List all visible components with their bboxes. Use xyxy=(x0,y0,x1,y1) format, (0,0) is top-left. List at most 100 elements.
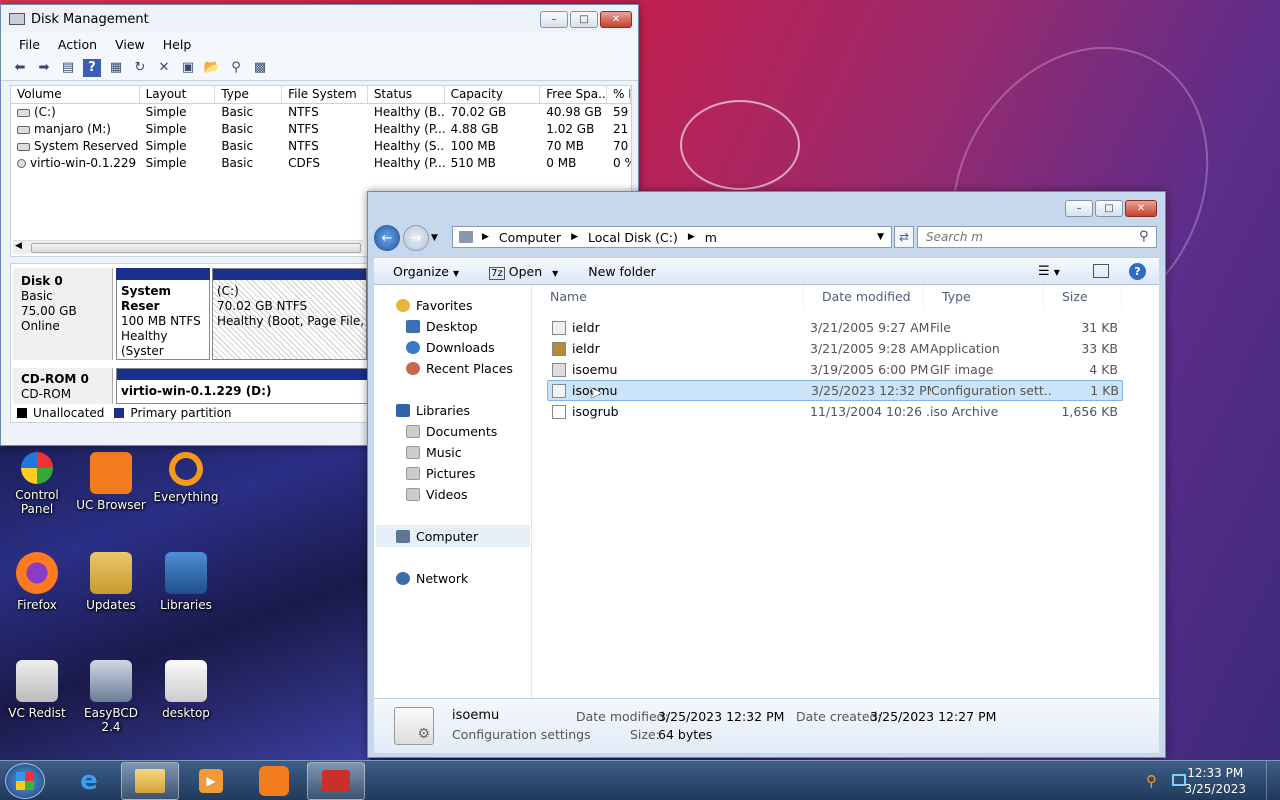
nav-documents[interactable]: Documents xyxy=(406,424,497,439)
column-volume[interactable]: Volume xyxy=(11,86,140,103)
nav-downloads[interactable]: Downloads xyxy=(406,340,495,355)
desktop-icon-uc-browser[interactable]: UC Browser xyxy=(75,452,147,512)
desktop-icon-updates[interactable]: Updates xyxy=(75,552,147,612)
column-size[interactable]: Size xyxy=(1044,285,1122,309)
nav-network[interactable]: Network xyxy=(396,571,468,586)
partition-virtio-cd[interactable]: virtio-win-0.1.229 (D:) xyxy=(116,368,368,404)
column-free-space[interactable]: Free Spa... xyxy=(540,86,608,103)
breadcrumb-m[interactable]: m xyxy=(700,230,722,245)
properties-icon[interactable]: ▦ xyxy=(107,59,125,77)
minimize-button[interactable]: – xyxy=(540,11,568,28)
refresh-button[interactable]: ⇄ xyxy=(894,226,914,248)
desktop-icon-libraries[interactable]: Libraries xyxy=(150,552,222,612)
maximize-button[interactable]: □ xyxy=(570,11,598,28)
forward-arrow-icon[interactable]: ➡ xyxy=(35,59,53,77)
help-icon[interactable]: ? xyxy=(83,58,101,77)
delete-icon[interactable]: ✕ xyxy=(155,59,173,77)
file-row[interactable]: ieldr 3/21/2005 9:28 AM Application 33 K… xyxy=(548,339,1122,359)
recent-pages-chevron-icon[interactable]: ▼ xyxy=(431,233,438,243)
everything-tray-icon[interactable]: ⚲ xyxy=(1146,772,1157,790)
console-tree-icon[interactable]: ▤ xyxy=(59,59,77,77)
column-percent-free[interactable]: % F xyxy=(607,86,631,103)
partition-c[interactable]: (C:) 70.02 GB NTFS Healthy (Boot, Page F… xyxy=(212,268,367,360)
column-filesystem[interactable]: File System xyxy=(282,86,368,103)
taskbar-internet-explorer[interactable]: e xyxy=(60,762,118,800)
menu-view[interactable]: View xyxy=(106,37,154,52)
nav-recent-places[interactable]: Recent Places xyxy=(406,361,513,376)
menu-help[interactable]: Help xyxy=(154,37,201,52)
menu-file[interactable]: File xyxy=(10,37,49,52)
partition-system-reserved[interactable]: System Reser 100 MB NTFS Healthy (Syster xyxy=(116,268,210,360)
open-folder-icon[interactable]: 📂 xyxy=(203,59,221,77)
settings-icon[interactable]: ▩ xyxy=(251,59,269,77)
nav-videos[interactable]: Videos xyxy=(406,487,468,502)
back-button[interactable]: ← xyxy=(374,225,400,251)
desktop-icon-vc-redist[interactable]: VC Redist xyxy=(1,660,73,720)
nav-favorites[interactable]: Favorites xyxy=(396,298,472,313)
file-row[interactable]: ieldr 3/21/2005 9:27 AM File 31 KB xyxy=(548,318,1122,338)
help-icon[interactable]: ? xyxy=(1129,262,1146,280)
table-row[interactable]: virtio-win-0.1.229 ... Simple Basic CDFS… xyxy=(11,155,631,172)
nav-pictures[interactable]: Pictures xyxy=(406,466,476,481)
file-row-selected[interactable]: isoemu 3/25/2023 12:32 PM Configuration … xyxy=(547,380,1123,401)
taskbar-explorer[interactable] xyxy=(121,762,179,800)
column-type[interactable]: Type xyxy=(215,86,283,103)
desktop-icon-easybcd[interactable]: EasyBCD 2.4 xyxy=(75,660,147,734)
details-file-kind: Configuration settings xyxy=(452,727,591,742)
system-clock[interactable]: 12:33 PM 3/25/2023 xyxy=(1184,765,1246,797)
cdrom-0-label[interactable]: CD-ROM 0 CD-ROM xyxy=(13,368,113,404)
menu-action[interactable]: Action xyxy=(49,37,106,52)
desktop-icon-firefox[interactable]: Firefox xyxy=(1,552,73,612)
disk-0-label[interactable]: Disk 0 Basic 75.00 GB Online xyxy=(13,268,113,360)
view-options-icon[interactable]: ☰ ▼ xyxy=(1038,264,1060,279)
close-button[interactable]: ✕ xyxy=(1125,200,1157,217)
videos-icon xyxy=(406,488,420,501)
scrollbar-thumb[interactable] xyxy=(31,243,361,253)
file-row[interactable]: isoemu 3/19/2005 6:00 PM GIF image 4 KB xyxy=(548,360,1122,380)
libraries-icon xyxy=(165,552,207,594)
maximize-button[interactable]: □ xyxy=(1095,200,1123,217)
open-button[interactable]: 7z Open ▼ xyxy=(489,264,558,280)
forward-button[interactable]: → xyxy=(403,225,429,251)
minimize-button[interactable]: – xyxy=(1065,200,1093,217)
column-layout[interactable]: Layout xyxy=(140,86,216,103)
table-row[interactable]: (C:) Simple Basic NTFS Healthy (B... 70.… xyxy=(11,104,631,121)
column-type[interactable]: Type xyxy=(924,285,1044,309)
column-status[interactable]: Status xyxy=(368,86,445,103)
start-button[interactable] xyxy=(5,763,45,799)
taskbar-disk-management[interactable] xyxy=(307,762,365,800)
table-row[interactable]: System Reserved Simple Basic NTFS Health… xyxy=(11,138,631,155)
file-icon xyxy=(552,321,566,335)
file-row[interactable]: isogrub 11/13/2004 10:26 ... iso Archive… xyxy=(548,402,1122,422)
desktop-icon-control-panel[interactable]: Control Panel xyxy=(1,452,73,516)
nav-music[interactable]: Music xyxy=(406,445,462,460)
show-desktop-button[interactable] xyxy=(1266,761,1280,800)
address-dropdown-icon[interactable]: ▼ xyxy=(872,232,889,242)
search-icon[interactable]: ⚲ xyxy=(227,59,245,77)
column-date-modified[interactable]: Date modified xyxy=(804,285,924,309)
organize-button[interactable]: Organize ▼ xyxy=(393,264,459,279)
taskbar-uc-browser[interactable] xyxy=(245,762,303,800)
nav-libraries[interactable]: Libraries xyxy=(396,403,470,418)
horizontal-scrollbar[interactable]: ◀ xyxy=(13,240,363,254)
nav-desktop[interactable]: Desktop xyxy=(406,319,478,334)
desktop-icon-everything[interactable]: Everything xyxy=(150,452,222,504)
scroll-left-arrow-icon[interactable]: ◀ xyxy=(15,241,22,251)
search-input[interactable]: Search m xyxy=(917,226,1157,248)
taskbar-media-player[interactable]: ▶ xyxy=(182,762,240,800)
breadcrumb-local-disk[interactable]: Local Disk (C:) xyxy=(583,230,683,245)
preview-pane-icon[interactable] xyxy=(1093,264,1109,278)
search-icon[interactable]: ⚲ xyxy=(1139,229,1149,244)
column-capacity[interactable]: Capacity xyxy=(445,86,541,103)
desktop-icon-desktop-ini[interactable]: desktop xyxy=(150,660,222,720)
column-name[interactable]: Name xyxy=(532,285,804,309)
close-button[interactable]: ✕ xyxy=(600,11,632,28)
nav-computer[interactable]: Computer xyxy=(376,525,530,547)
check-icon[interactable]: ▣ xyxy=(179,59,197,77)
table-row[interactable]: manjaro (M:) Simple Basic NTFS Healthy (… xyxy=(11,121,631,138)
refresh-icon[interactable]: ↻ xyxy=(131,59,149,77)
address-bar[interactable]: ▶ Computer ▶ Local Disk (C:) ▶ m ▼ xyxy=(452,226,892,248)
new-folder-button[interactable]: New folder xyxy=(588,264,656,279)
back-arrow-icon[interactable]: ⬅ xyxy=(11,59,29,77)
breadcrumb-computer[interactable]: Computer xyxy=(494,230,566,245)
